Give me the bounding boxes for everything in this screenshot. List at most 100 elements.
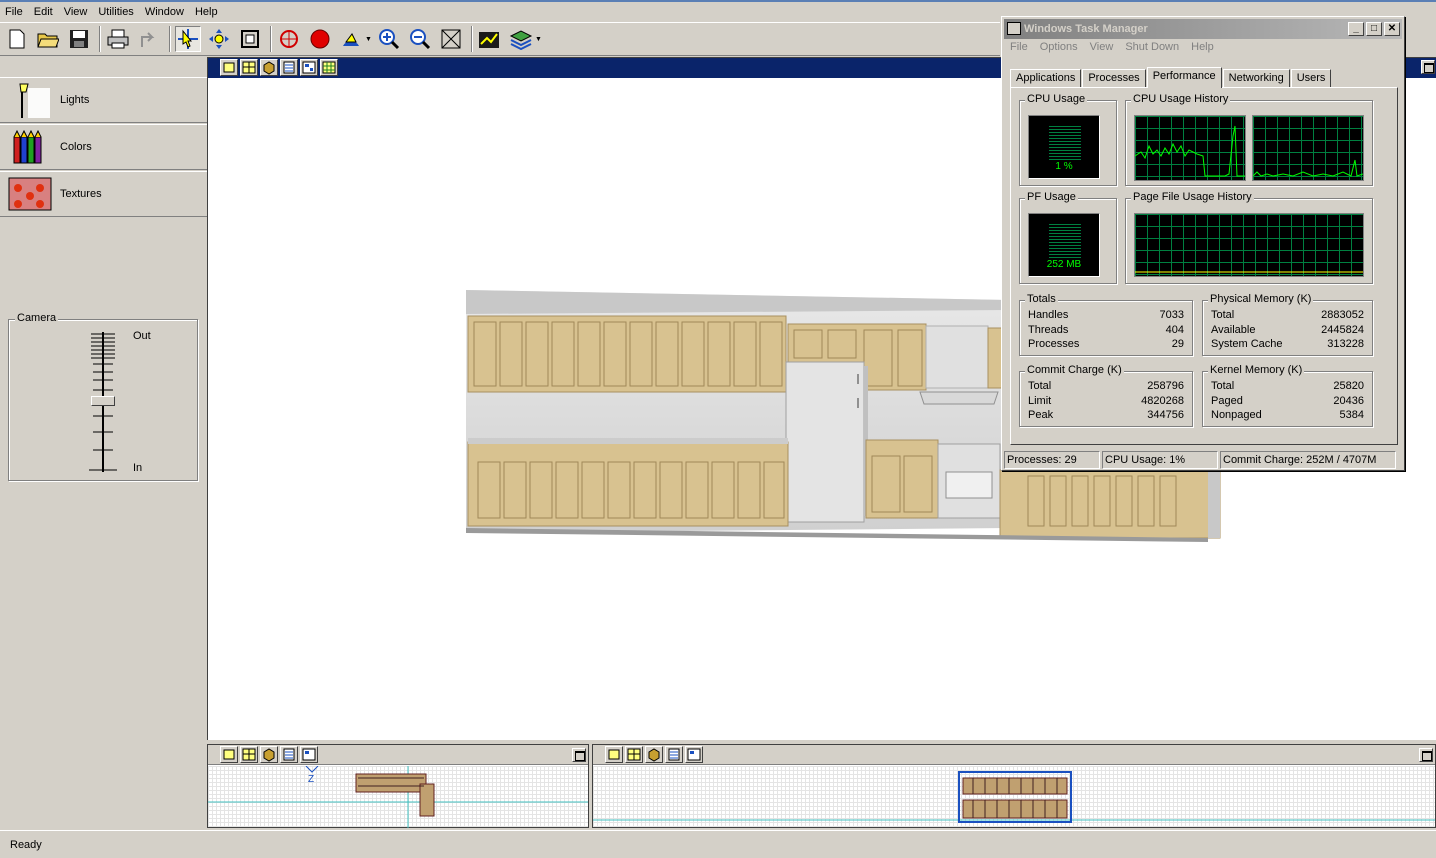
commit-limit-row: Limit 4820268: [1028, 395, 1184, 409]
kernel-memory-group: Kernel Memory (K) Total 25820 Paged 20436 …: [1202, 364, 1373, 427]
elevation-view-panel[interactable]: [592, 744, 1436, 828]
menu-help[interactable]: Help: [190, 6, 224, 18]
system-cache-row: System Cache 313228: [1211, 338, 1364, 352]
plan-view-button[interactable]: [605, 746, 623, 763]
tm-menu-view[interactable]: View: [1084, 41, 1120, 59]
3d-view-button[interactable]: [260, 59, 278, 76]
tab-performance[interactable]: Performance: [1146, 67, 1222, 88]
tm-menu-shutdown[interactable]: Shut Down: [1119, 41, 1185, 59]
render-button[interactable]: [477, 26, 503, 52]
commit-peak-value: 344756: [1147, 409, 1184, 421]
pan-button[interactable]: [206, 26, 232, 52]
refrigerator: [785, 361, 868, 523]
menu-bar: File Edit View Utilities Window Help: [0, 2, 1000, 21]
pf-history-title: Page File Usage History: [1131, 191, 1254, 203]
plan-view-buttons: [220, 746, 320, 763]
frame-button[interactable]: [237, 26, 263, 52]
report-view-button[interactable]: [685, 746, 703, 763]
walk-button[interactable]: [338, 26, 364, 52]
layers-dropdown-caret[interactable]: ▼: [535, 36, 542, 43]
up-button[interactable]: [136, 26, 162, 52]
elevation-view-button[interactable]: [240, 746, 258, 763]
task-manager-tabs: Applications Processes Performance Netwo…: [1010, 67, 1332, 88]
tab-networking[interactable]: Networking: [1222, 69, 1290, 87]
system-cache-label: System Cache: [1211, 338, 1283, 350]
open-icon: [37, 33, 59, 48]
maximize-plan-view-button[interactable]: [572, 748, 586, 762]
report-view-button[interactable]: [300, 59, 318, 76]
grid-view-button[interactable]: [320, 59, 338, 76]
textures-button[interactable]: Textures: [0, 171, 207, 217]
toolbar-separator: [270, 26, 272, 52]
physical-total-value: 2883052: [1321, 309, 1364, 321]
maximize-elevation-view-button[interactable]: [1419, 748, 1433, 762]
3d-view-button[interactable]: [260, 746, 278, 763]
3d-view-button[interactable]: [645, 746, 663, 763]
menu-file[interactable]: File: [0, 6, 29, 18]
tab-processes[interactable]: Processes: [1082, 69, 1146, 87]
pf-usage-meter: 252 MB: [1028, 213, 1100, 277]
pf-history-group: Page File Usage History: [1125, 191, 1373, 284]
target-button[interactable]: [276, 26, 302, 52]
zoom-extents-button[interactable]: [438, 26, 464, 52]
textures-label: Textures: [60, 188, 102, 200]
close-button[interactable]: ✕: [1384, 22, 1400, 36]
list-view-button[interactable]: [280, 59, 298, 76]
textures-icon: [8, 174, 52, 214]
menu-window[interactable]: Window: [140, 6, 190, 18]
svg-text:Z: Z: [308, 774, 314, 785]
tm-menu-file[interactable]: File: [1004, 41, 1034, 59]
tab-users[interactable]: Users: [1290, 69, 1332, 87]
elevation-view-icon: [242, 748, 256, 761]
list-view-button[interactable]: [280, 746, 298, 763]
tab-applications[interactable]: Applications: [1010, 69, 1082, 87]
tm-menu-options[interactable]: Options: [1034, 41, 1084, 59]
maximize-view-button[interactable]: [1421, 60, 1435, 74]
colors-button[interactable]: Colors: [0, 124, 207, 170]
zoom-in-button[interactable]: [376, 26, 402, 52]
cpu-usage-meter: 1 %: [1028, 115, 1100, 179]
physical-total-row: Total 2883052: [1211, 309, 1364, 323]
menu-utilities[interactable]: Utilities: [93, 6, 139, 18]
camera-out-label: Out: [133, 330, 151, 342]
open-button[interactable]: [35, 26, 61, 52]
elevation-view-button[interactable]: [240, 59, 258, 76]
minimize-button[interactable]: _: [1348, 22, 1364, 36]
commit-peak-label: Peak: [1028, 409, 1054, 421]
report-view-button[interactable]: [300, 746, 318, 763]
print-button[interactable]: [105, 26, 131, 52]
layers-button[interactable]: [508, 26, 534, 52]
kernel-nonpaged-row: Nonpaged 5384: [1211, 409, 1364, 423]
elevation-view-icon: [242, 61, 256, 74]
new-button[interactable]: [4, 26, 30, 52]
plan-view-button[interactable]: [220, 59, 238, 76]
list-view-button[interactable]: [665, 746, 683, 763]
physical-memory-group: Physical Memory (K) Total 2883052 Availab…: [1202, 293, 1373, 356]
save-icon: [70, 30, 88, 48]
plan-view-panel[interactable]: Z: [207, 744, 589, 828]
plan-view-header: [208, 745, 588, 765]
elevation-view-button[interactable]: [625, 746, 643, 763]
lights-button[interactable]: Lights: [0, 77, 207, 123]
zoom-out-button[interactable]: [407, 26, 433, 52]
handles-label: Handles: [1028, 309, 1069, 321]
tm-menu-help[interactable]: Help: [1185, 41, 1220, 59]
menu-view[interactable]: View: [59, 6, 94, 18]
menu-edit[interactable]: Edit: [29, 6, 59, 18]
status-text: Ready: [10, 839, 42, 851]
pan-icon: [209, 29, 229, 49]
processes-label: Processes: [1028, 338, 1080, 350]
camera-slider-thumb[interactable]: [91, 396, 115, 406]
select-tool-button[interactable]: [175, 26, 201, 52]
task-manager-titlebar[interactable]: Windows Task Manager _ □ ✕: [1004, 19, 1402, 39]
save-button[interactable]: [66, 26, 92, 52]
cpu-history-graph-1: [1134, 115, 1246, 181]
record-button[interactable]: [307, 26, 333, 52]
cpu-history-title: CPU Usage History: [1131, 93, 1231, 105]
plan-view-button[interactable]: [220, 746, 238, 763]
maximize-button[interactable]: □: [1366, 22, 1382, 36]
kernel-nonpaged-label: Nonpaged: [1211, 409, 1262, 421]
kernel-total-value: 25820: [1333, 380, 1364, 392]
walk-dropdown-caret[interactable]: ▼: [365, 36, 372, 43]
task-manager-window[interactable]: Windows Task Manager _ □ ✕ File Options …: [1001, 16, 1405, 471]
